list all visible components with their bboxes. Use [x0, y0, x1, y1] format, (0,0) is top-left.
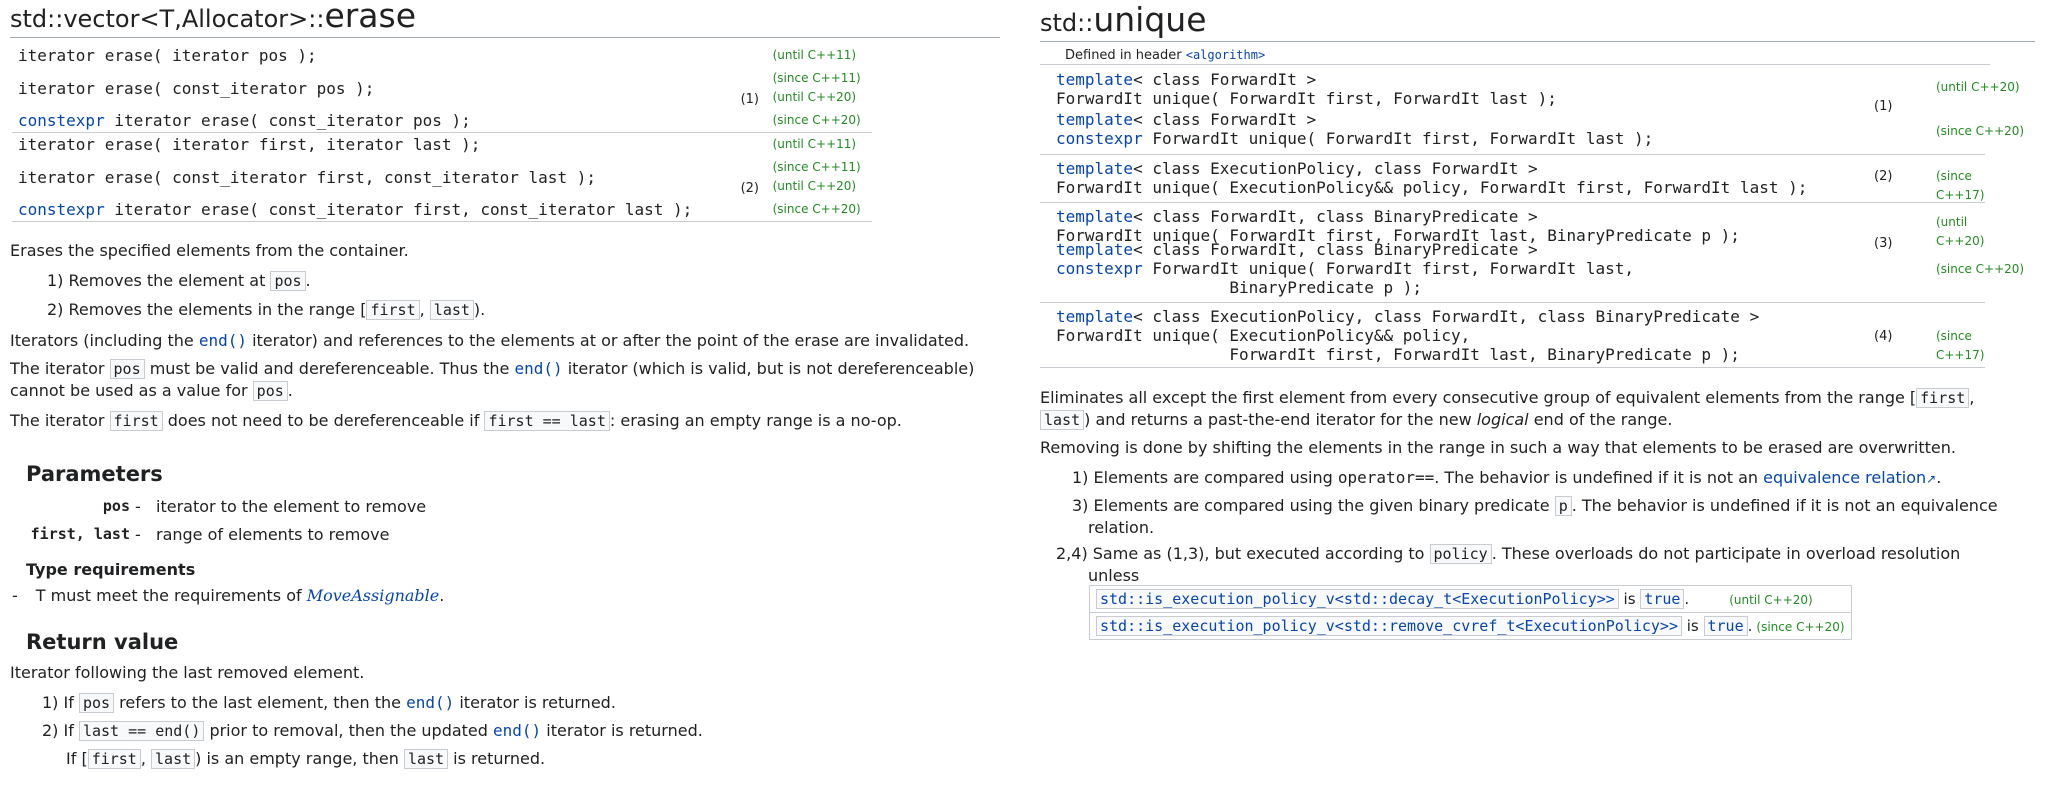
equivalence-relation-link[interactable]: equivalence relation — [1763, 468, 1926, 487]
param-name: pos — [102, 497, 130, 515]
decl-number: (4) — [1874, 329, 1893, 344]
decl-version: (until C++20) — [1936, 80, 2020, 94]
moveassignable-link[interactable]: MoveAssignable — [307, 586, 440, 605]
decl-row: iterator erase( iterator first, iterator… — [12, 132, 872, 156]
declarations-block: template< class ForwardIt > ForwardIt un… — [1040, 70, 2031, 368]
param-dash: - — [135, 497, 141, 516]
title-prefix: std::vector<T,Allocator>:: — [10, 5, 325, 33]
title-main: unique — [1093, 0, 1207, 39]
return-item: 1) If pos refers to the last element, th… — [42, 693, 616, 713]
iterators-para: Iterators (including the end() iterator)… — [10, 331, 970, 350]
condition-row: std::is_execution_policy_v<std::remove_c… — [1089, 612, 1852, 640]
intro-text: Erases the specified elements from the c… — [10, 241, 409, 260]
param-row: pos - iterator to the element to remove — [10, 497, 610, 525]
decl-number: (2) — [740, 181, 760, 196]
param-row: first, last - range of elements to remov… — [10, 525, 610, 553]
external-link-icon: ↗ — [1926, 472, 1937, 486]
decl-row: template< class ExecutionPolicy, class F… — [1040, 302, 1985, 368]
decl-version: (since C++20) — [772, 113, 861, 127]
param-desc: range of elements to remove — [156, 525, 390, 544]
decl-code: iterator erase( const_iterator pos ); — [18, 78, 375, 98]
list-item: 2) Removes the elements in the range [fi… — [47, 300, 486, 320]
param-desc: iterator to the element to remove — [156, 497, 427, 516]
decl-version: (since C++17) — [1936, 329, 1985, 362]
pos-para: The iterator pos must be valid and deref… — [10, 359, 975, 401]
decl-row: template< class ForwardIt > ForwardIt un… — [1056, 70, 2020, 114]
parameters-list: pos - iterator to the element to remove … — [10, 497, 610, 553]
return-item: 2) If last == end() prior to removal, th… — [42, 721, 703, 741]
type-req-item: -T must meet the requirements of MoveAss… — [12, 586, 445, 605]
decl-version: (until C++11) — [766, 132, 872, 156]
page-title: std::vector<T,Allocator>::erase — [10, 0, 1000, 38]
condition-row: std::is_execution_policy_v<std::decay_t<… — [1089, 585, 1852, 613]
page-title: std::unique — [1040, 3, 2035, 42]
type-req-heading: Type requirements — [26, 560, 196, 579]
decl-code: constexpr iterator erase( const_iterator… — [18, 200, 693, 219]
param-name: first, last — [30, 525, 130, 543]
decl-row: template< class ForwardIt > constexpr Fo… — [1056, 110, 2025, 148]
condition-cell: std::is_execution_policy_v<std::remove_c… — [1089, 612, 1852, 640]
title-prefix: std:: — [1040, 9, 1094, 37]
list-item: 3) Elements are compared using the given… — [1072, 496, 1998, 537]
decl-row: iterator erase( const_iterator pos ); (1… — [12, 67, 872, 109]
description-para: Eliminates all except the first element … — [1040, 388, 1975, 430]
decl-number: (3) — [1874, 236, 1893, 251]
parameters-heading: Parameters — [26, 462, 163, 486]
decl-row: iterator erase( const_iterator first, co… — [12, 156, 872, 198]
decl-version: (since C++20) — [1936, 124, 2025, 138]
decl-version: (since C++17) — [1936, 169, 1985, 202]
decl-row: template< class ExecutionPolicy, class F… — [1040, 154, 1985, 202]
return-text: Iterator following the last removed elem… — [10, 663, 365, 682]
declarations-table: iterator erase( iterator pos ); (until C… — [12, 44, 872, 222]
decl-code: iterator erase( const_iterator first, co… — [18, 167, 596, 187]
unique-doc-pane: std::unique Defined in header <algorithm… — [1040, 0, 2035, 640]
end-link[interactable]: end() — [514, 359, 562, 378]
decl-row: template< class ForwardIt, class BinaryP… — [1040, 202, 1985, 248]
defined-in-header: Defined in header <algorithm> — [1065, 48, 1266, 63]
list-item: 2,4) Same as (1,3), but executed accordi… — [1056, 544, 1961, 585]
algorithm-header-link[interactable]: <algorithm> — [1186, 48, 1265, 62]
decl-code: constexpr iterator erase( const_iterator… — [18, 111, 471, 130]
end-link[interactable]: end() — [406, 693, 454, 712]
list-item: 1) Removes the element at pos. — [47, 271, 311, 291]
return-heading: Return value — [26, 630, 179, 654]
decl-number: (2) — [1874, 169, 1893, 184]
param-dash: - — [135, 525, 141, 544]
decl-code: iterator erase( iterator first, iterator… — [12, 132, 735, 156]
end-link[interactable]: end() — [199, 331, 247, 350]
removing-para: Removing is done by shifting the element… — [1040, 438, 1956, 457]
decl-version: (since C++20) — [772, 202, 861, 216]
decl-version: (since C++20) — [1936, 262, 2025, 276]
title-main: erase — [324, 0, 417, 35]
decl-version: (until C++11) — [772, 48, 857, 62]
decl-row: iterator erase( iterator pos ); (until C… — [12, 44, 872, 67]
first-para: The iterator first does not need to be d… — [10, 411, 902, 431]
end-link[interactable]: end() — [493, 721, 541, 740]
decl-number: (1) — [740, 92, 760, 107]
erase-doc-pane: std::vector<T,Allocator>::erase iterator… — [10, 0, 1000, 769]
decl-version: (since C++11) (until C++20) — [772, 71, 861, 104]
conditions-table: std::is_execution_policy_v<std::decay_t<… — [1089, 585, 1852, 640]
decl-row: template< class ForwardIt, class BinaryP… — [1056, 236, 2025, 297]
condition-cell: std::is_execution_policy_v<std::decay_t<… — [1089, 585, 1852, 613]
return-item: If [first, last) is an empty range, then… — [66, 749, 546, 769]
decl-version: (since C++11) (until C++20) — [772, 160, 861, 193]
decl-code: iterator erase( iterator pos ); — [18, 46, 317, 65]
list-item: 1) Elements are compared using operator=… — [1072, 468, 1942, 487]
